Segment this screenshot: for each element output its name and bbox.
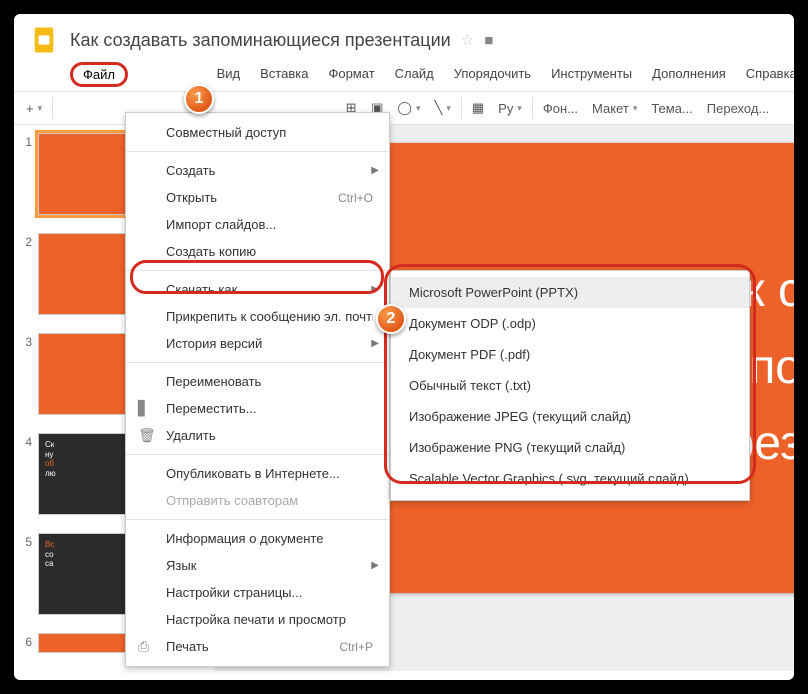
- menu-tools[interactable]: Инструменты: [541, 62, 642, 87]
- menu-page-setup[interactable]: Настройки страницы...: [126, 579, 389, 606]
- trash-icon: 🗑: [138, 427, 156, 444]
- menu-language[interactable]: Язык▶: [126, 552, 389, 579]
- menu-help[interactable]: Справка: [736, 62, 794, 87]
- menu-print-preview[interactable]: Настройка печати и просмотр: [126, 606, 389, 633]
- print-icon: ⎙: [138, 638, 149, 655]
- theme-button[interactable]: Тема...: [645, 97, 698, 120]
- menu-send-collab: Отправить соавторам: [126, 487, 389, 514]
- callout-badge-2: 2: [376, 304, 406, 334]
- menu-rename[interactable]: Переименовать: [126, 368, 389, 395]
- callout-badge-1: 1: [184, 84, 214, 114]
- doc-title[interactable]: Как создавать запоминающиеся презентации: [70, 30, 451, 51]
- new-slide-button[interactable]: +▾: [20, 97, 48, 120]
- line-icon[interactable]: ╲▾: [429, 96, 457, 120]
- export-png[interactable]: Изображение PNG (текущий слайд): [391, 432, 749, 463]
- export-pptx[interactable]: Microsoft PowerPoint (PPTX): [391, 277, 749, 308]
- export-jpeg[interactable]: Изображение JPEG (текущий слайд): [391, 401, 749, 432]
- menu-view[interactable]: Вид: [207, 62, 251, 87]
- menu-version-history[interactable]: История версий▶: [126, 330, 389, 357]
- menu-slide[interactable]: Слайд: [385, 62, 444, 87]
- star-icon[interactable]: ☆: [461, 31, 474, 49]
- menu-arrange[interactable]: Упорядочить: [444, 62, 541, 87]
- background-button[interactable]: Фон...: [537, 97, 584, 120]
- menu-import[interactable]: Импорт слайдов...: [126, 211, 389, 238]
- menu-delete[interactable]: 🗑Удалить: [126, 422, 389, 449]
- layout-button[interactable]: Макет▾: [586, 97, 643, 120]
- input-tool[interactable]: Ру▾: [492, 97, 528, 120]
- export-svg[interactable]: Scalable Vector Graphics (.svg, текущий …: [391, 463, 749, 494]
- menu-open[interactable]: ОткрытьCtrl+O: [126, 184, 389, 211]
- menu-move[interactable]: ▋Переместить...: [126, 395, 389, 422]
- folder-icon[interactable]: ■: [484, 32, 493, 49]
- file-menu-dropdown: Совместный доступ Создать▶ ОткрытьCtrl+O…: [125, 112, 390, 667]
- menu-copy[interactable]: Создать копию: [126, 238, 389, 265]
- export-txt[interactable]: Обычный текст (.txt): [391, 370, 749, 401]
- comment-icon[interactable]: ▦: [466, 96, 490, 120]
- menu-download-as[interactable]: Скачать как▶: [126, 276, 389, 303]
- download-as-submenu: Microsoft PowerPoint (PPTX) Документ ODP…: [390, 270, 750, 501]
- menu-print[interactable]: ⎙ПечатьCtrl+P: [126, 633, 389, 660]
- menu-new[interactable]: Создать▶: [126, 157, 389, 184]
- menu-insert[interactable]: Вставка: [250, 62, 318, 87]
- menubar: Файл Изменить Вид Вставка Формат Слайд У…: [14, 60, 794, 91]
- menu-file[interactable]: Файл: [70, 62, 128, 87]
- menu-doc-info[interactable]: Информация о документе: [126, 525, 389, 552]
- export-odp[interactable]: Документ ODP (.odp): [391, 308, 749, 339]
- folder-icon: ▋: [138, 400, 149, 417]
- slides-logo: [26, 22, 62, 58]
- shape-icon[interactable]: ◯▾: [391, 96, 426, 120]
- transition-button[interactable]: Переход...: [701, 97, 775, 120]
- menu-addons[interactable]: Дополнения: [642, 62, 736, 87]
- menu-attach-email[interactable]: Прикрепить к сообщению эл. почты: [126, 303, 389, 330]
- menu-publish[interactable]: Опубликовать в Интернете...: [126, 460, 389, 487]
- menu-share[interactable]: Совместный доступ: [126, 119, 389, 146]
- menu-format[interactable]: Формат: [318, 62, 384, 87]
- export-pdf[interactable]: Документ PDF (.pdf): [391, 339, 749, 370]
